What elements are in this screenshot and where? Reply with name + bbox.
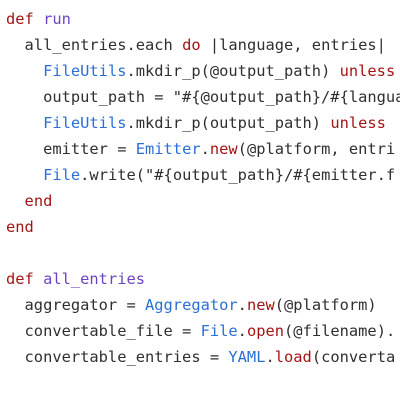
- code-line: emitter = Emitter.new(@platform, entri: [6, 136, 395, 162]
- code-token-keyword: new: [209, 140, 238, 158]
- code-token-plain: .mkdir_p(@output_path): [126, 62, 340, 80]
- code-token-plain: .: [237, 322, 247, 340]
- code-token-method: run: [43, 10, 71, 28]
- code-line: end: [6, 214, 34, 240]
- code-line: all_entries.each do |language, entries|: [6, 32, 386, 58]
- code-token-plain: |language, entries|: [200, 36, 386, 54]
- code-token-plain: .write("#{output_path}/#{emitter.f: [80, 166, 396, 184]
- code-token-plain: aggregator =: [6, 296, 145, 314]
- code-line: end: [6, 188, 53, 214]
- code-token-plain: convertable_entries =: [6, 348, 229, 366]
- code-token-plain: .: [265, 348, 275, 366]
- code-token-plain: .: [200, 140, 210, 158]
- code-line: output_path = "#{@output_path}/#{langua: [6, 84, 400, 110]
- code-line: FileUtils.mkdir_p(output_path) unless: [6, 110, 386, 136]
- code-token-keyword: do: [182, 36, 201, 54]
- code-token-plain: all_entries.each: [6, 36, 183, 54]
- code-token-method: all_entries: [43, 270, 146, 288]
- code-token-constant: File: [200, 322, 238, 340]
- code-line: convertable_file = File.open(@filename).: [6, 318, 396, 344]
- code-token-keyword: load: [274, 348, 312, 366]
- code-line: def all_entries: [6, 266, 145, 292]
- code-line: convertable_entries = YAML.load(converta: [6, 344, 396, 370]
- code-token-plain: .: [237, 296, 247, 314]
- code-line: FileUtils.mkdir_p(@output_path) unless: [6, 58, 395, 84]
- code-token-plain: (converta: [311, 348, 396, 366]
- code-line: File.write("#{output_path}/#{emitter.f: [6, 162, 395, 188]
- code-token-keyword: end: [6, 218, 34, 236]
- code-token-keyword: def: [6, 10, 44, 28]
- code-token-keyword: unless: [339, 62, 396, 80]
- code-token-plain: .mkdir_p(output_path): [126, 114, 331, 132]
- code-token-constant: FileUtils: [43, 114, 127, 132]
- code-token-constant: YAML: [228, 348, 266, 366]
- code-token-keyword: unless: [330, 114, 386, 132]
- code-token-plain: output_path = "#{@output_path}/#{langua: [6, 88, 400, 106]
- code-token-keyword: end: [24, 192, 53, 210]
- code-token-plain: (@filename).: [284, 322, 396, 340]
- code-token-plain: emitter =: [6, 140, 136, 158]
- code-token-plain: (@platform): [274, 296, 377, 314]
- code-token-plain: convertable_file =: [6, 322, 201, 340]
- code-token-constant: Aggregator: [145, 296, 238, 314]
- code-editor[interactable]: def run all_entries.each do |language, e…: [0, 0, 400, 401]
- code-token-plain: (@platform, entri: [237, 140, 396, 158]
- code-token-keyword: open: [246, 322, 285, 340]
- code-token-constant: File: [43, 166, 81, 184]
- code-token-constant: FileUtils: [43, 62, 127, 80]
- code-token-constant: Emitter: [135, 140, 201, 158]
- code-line: aggregator = Aggregator.new(@platform): [6, 292, 377, 318]
- code-token-keyword: new: [246, 296, 275, 314]
- code-token-keyword: def: [6, 270, 44, 288]
- code-line: def run: [6, 6, 71, 32]
